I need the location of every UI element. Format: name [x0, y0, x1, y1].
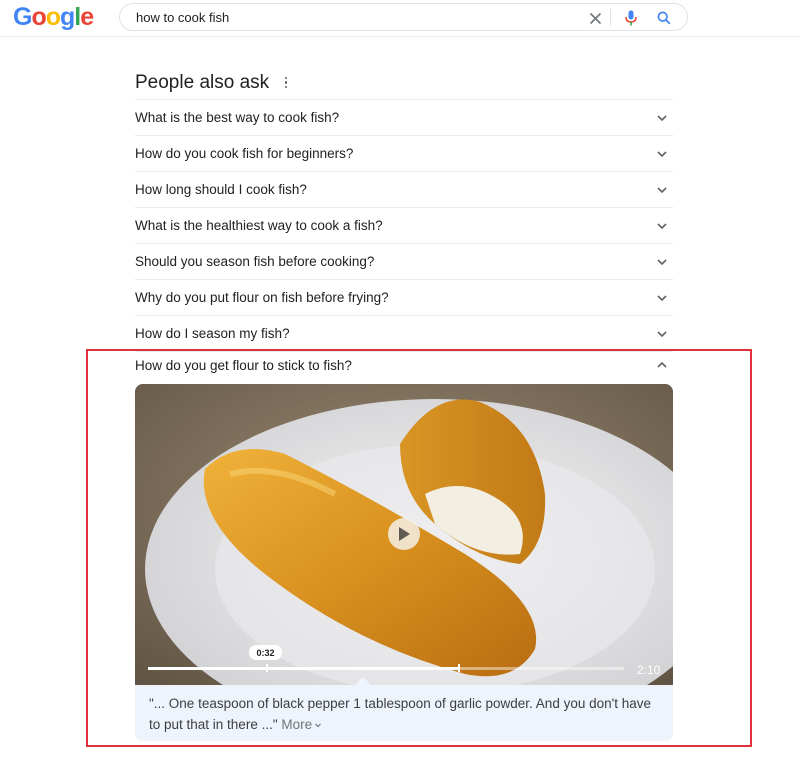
chevron-down-icon: [657, 330, 667, 337]
question-row[interactable]: How do you cook fish for beginners?: [135, 136, 673, 172]
search-divider: [610, 9, 611, 26]
chevron-down-icon: [657, 294, 667, 301]
google-logo[interactable]: Google: [13, 3, 94, 32]
question-text: Why do you put flour on fish before fryi…: [135, 290, 389, 305]
question-row[interactable]: Should you season fish before cooking?: [135, 244, 673, 280]
search-icon[interactable]: [653, 7, 675, 29]
people-also-ask: People also ask What is the best way to …: [135, 66, 673, 352]
clear-icon[interactable]: [584, 7, 606, 29]
question-text: What is the healthiest way to cook a fis…: [135, 218, 383, 233]
question-text: What is the best way to cook fish?: [135, 110, 340, 125]
question-text: How do you cook fish for beginners?: [135, 146, 354, 161]
question-text: How do I season my fish?: [135, 326, 290, 341]
chevron-down-icon: [657, 222, 667, 229]
logo-letter: o: [45, 3, 61, 31]
logo-letter: e: [80, 3, 94, 31]
question-row[interactable]: What is the best way to cook fish?: [135, 100, 673, 136]
microphone-icon[interactable]: [620, 7, 642, 29]
chevron-down-icon: [657, 186, 667, 193]
search-box[interactable]: [119, 3, 688, 31]
question-row[interactable]: Why do you put flour on fish before fryi…: [135, 280, 673, 316]
question-text: Should you season fish before cooking?: [135, 254, 375, 269]
logo-letter: G: [13, 3, 32, 31]
question-text: How long should I cook fish?: [135, 182, 307, 197]
search-input[interactable]: [136, 8, 576, 26]
highlight-box: [86, 349, 752, 747]
top-bar: Google: [0, 0, 800, 37]
logo-letter: o: [31, 3, 46, 31]
paa-header: People also ask: [135, 66, 673, 100]
question-row[interactable]: How do I season my fish?: [135, 316, 673, 352]
chevron-down-icon: [657, 258, 667, 265]
logo-letter: g: [60, 3, 75, 31]
more-options-icon[interactable]: [281, 74, 291, 92]
paa-title: People also ask: [135, 71, 270, 93]
chevron-down-icon: [657, 114, 667, 121]
chevron-down-icon: [657, 150, 667, 157]
question-list: What is the best way to cook fish? How do…: [135, 100, 673, 352]
question-row[interactable]: What is the healthiest way to cook a fis…: [135, 208, 673, 244]
question-row[interactable]: How long should I cook fish?: [135, 172, 673, 208]
